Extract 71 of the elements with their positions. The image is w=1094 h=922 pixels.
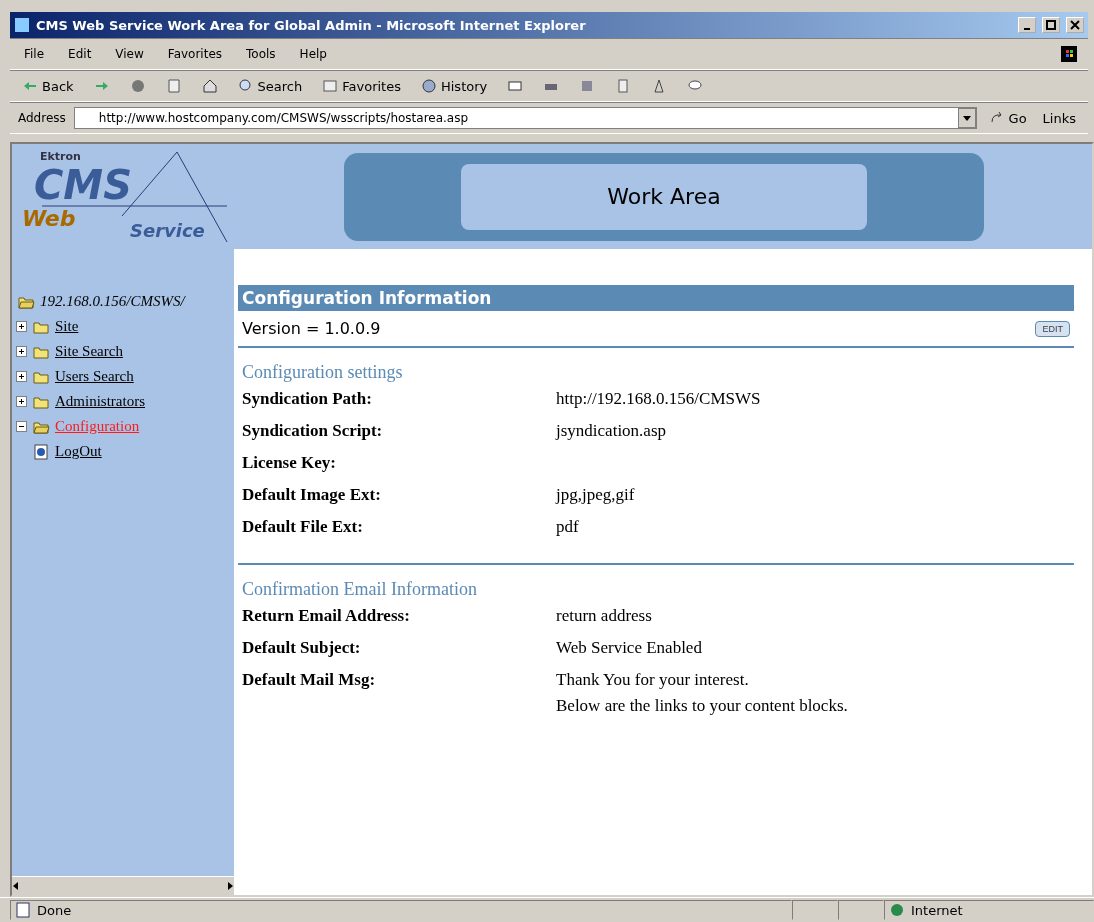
tree-link[interactable]: Site (55, 318, 79, 335)
menu-item[interactable]: File (18, 45, 51, 63)
minimize-button[interactable] (1018, 17, 1036, 33)
maximize-icon (1046, 20, 1056, 30)
caret-icon (962, 114, 971, 122)
edit-button[interactable]: EDIT (1035, 320, 1070, 337)
status-text: Done (37, 902, 72, 918)
menu-item[interactable]: View (109, 45, 150, 63)
globe-page-icon (31, 443, 51, 460)
plus-box-icon[interactable] (16, 321, 27, 332)
tree-link[interactable]: LogOut (55, 443, 102, 460)
menu-item[interactable]: Tools (240, 45, 282, 63)
browser-icon (14, 17, 30, 33)
home-icon (201, 78, 218, 94)
window-title: CMS Web Service Work Area for Global Admin - Microsoft Internet Explorer (36, 17, 587, 33)
menu-item[interactable]: Favorites (161, 45, 229, 63)
back-button[interactable]: Back (18, 76, 78, 96)
history-icon (420, 78, 437, 94)
field-label: Default Subject: (242, 638, 362, 659)
field-label: Syndication Path: (242, 389, 373, 410)
globe-icon (889, 902, 905, 918)
history-button[interactable]: History (416, 76, 492, 96)
minus-box-icon[interactable] (16, 421, 27, 432)
go-button[interactable]: Go (984, 108, 1031, 128)
search-button[interactable]: Search (233, 76, 307, 96)
field-label: License Key: (242, 453, 337, 474)
plus-box-icon[interactable] (16, 371, 27, 382)
tree-link[interactable]: Users Search (55, 368, 134, 385)
address-field[interactable]: http://www.hostcompany.com/CMSWS/wsscripts/hostarea.asp (73, 107, 977, 129)
section-heading: Configuration settings (242, 362, 404, 383)
close-icon (1070, 20, 1080, 30)
dropdown-button[interactable] (957, 108, 976, 128)
field-label: Return Email Address: (242, 606, 411, 627)
tree-link[interactable]: Administrators (55, 393, 145, 410)
field-value: Below are the links to your content blocks. (556, 696, 849, 716)
version-text: Version = 1.0.0.9 (242, 319, 381, 338)
favorites-button[interactable]: Favorites (318, 76, 405, 96)
search-icon (237, 78, 254, 94)
horizontal-scrollbar[interactable] (12, 876, 234, 895)
section-heading: Confirmation Email Information (242, 579, 478, 600)
field-value: jsyndication.asp (556, 421, 667, 441)
plus-box-icon[interactable] (16, 396, 27, 407)
menu-item[interactable]: Help (293, 45, 333, 63)
close-button[interactable] (1066, 17, 1084, 33)
plus-box-icon[interactable] (16, 346, 27, 357)
links-button[interactable]: Links (1038, 108, 1080, 128)
zone-text: Internet (911, 902, 963, 918)
minimize-icon (1024, 28, 1030, 30)
field-label: Default Mail Msg: (242, 670, 377, 691)
field-value: Web Service Enabled (556, 638, 703, 658)
windows-logo-icon (1058, 46, 1080, 62)
header-title: Work Area (461, 163, 867, 230)
menu-item[interactable]: Edit (62, 45, 98, 63)
field-value: pdf (556, 517, 580, 537)
right-arrow-icon (226, 882, 234, 890)
logo: Ektron CMS Web Service (12, 144, 234, 249)
section-title: Configuration Information (238, 285, 1074, 311)
left-arrow-icon (12, 882, 20, 890)
maximize-button[interactable] (1042, 17, 1060, 33)
address-label: Address (18, 111, 66, 125)
field-label: Default Image Ext: (242, 485, 382, 506)
field-value: jpg,jpeg,gif (556, 485, 636, 505)
tree-link[interactable]: Site Search (55, 343, 123, 360)
field-label: Syndication Script: (242, 421, 384, 442)
field-value: Thank You for your interest. (556, 670, 750, 690)
field-value: return address (556, 606, 653, 626)
stop-icon (129, 78, 146, 94)
field-label: Default File Ext: (242, 517, 364, 538)
tree-root[interactable]: 192.168.0.156/CMSWS/ (40, 293, 185, 310)
mail-icon (507, 78, 524, 94)
field-value: http://192.168.0.156/CMSWS (556, 389, 762, 409)
